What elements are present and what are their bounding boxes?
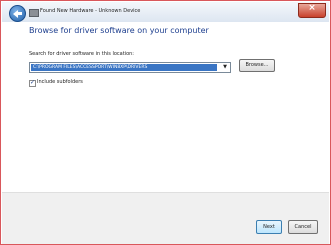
title-bar: Found New Hardware - Unknown Device × [2, 2, 329, 22]
cancel-button[interactable]: Cancel [288, 220, 318, 234]
back-button[interactable] [9, 5, 26, 22]
include-subfolders-label[interactable]: Include subfolders [37, 79, 83, 85]
wizard-window: Found New Hardware - Unknown Device × Br… [0, 0, 331, 245]
close-button[interactable]: × [298, 3, 326, 18]
wizard-footer: Next Cancel [2, 192, 329, 244]
close-icon: × [308, 3, 316, 13]
search-location-label: Search for driver software in this locat… [29, 51, 134, 57]
checkmark-icon: ✓ [30, 79, 36, 86]
hardware-device-icon [29, 9, 39, 17]
next-button[interactable]: Next [256, 220, 282, 234]
driver-path-combobox[interactable]: C:\PROGRAM FILES\ACCESSPORT\WIN8XP\DRIVE… [29, 62, 231, 73]
wizard-content [2, 22, 329, 192]
window-title: Found New Hardware - Unknown Device [40, 8, 141, 14]
page-heading: Browse for driver software on your compu… [29, 26, 209, 35]
back-arrow-stem [17, 12, 22, 15]
include-subfolders-checkbox[interactable]: ✓ [29, 79, 36, 87]
dropdown-arrow-icon[interactable]: ▼ [223, 64, 227, 70]
browse-button[interactable]: Browse... [239, 59, 275, 72]
driver-path-value[interactable]: C:\PROGRAM FILES\ACCESSPORT\WIN8XP\DRIVE… [31, 64, 217, 71]
